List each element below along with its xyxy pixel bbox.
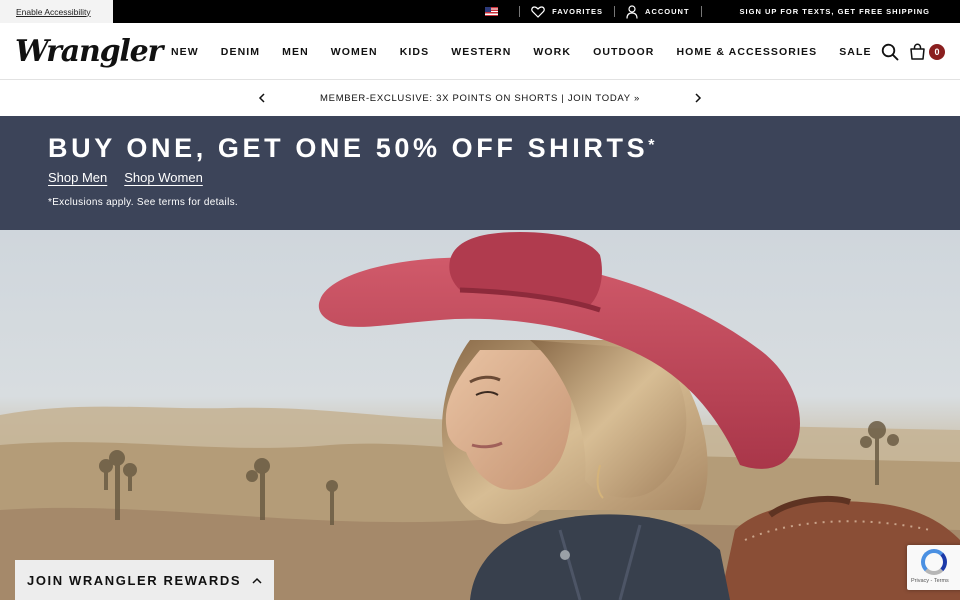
nav-item-western[interactable]: WESTERN (440, 46, 522, 58)
user-icon (626, 4, 638, 19)
chevron-right-icon (695, 93, 702, 103)
divider (614, 6, 616, 17)
utility-links: FAVORITES ACCOUNT SIGN UP FOR TEXTS, GET… (485, 0, 930, 23)
account-link[interactable]: ACCOUNT (626, 4, 690, 19)
cart-count-badge: 0 (929, 43, 945, 60)
main-nav: NEW DENIM MEN WOMEN KIDS WESTERN WORK OU… (160, 23, 883, 80)
hero-image (0, 230, 960, 600)
nav-item-denim[interactable]: DENIM (210, 46, 271, 58)
shop-men-link[interactable]: Shop Men (48, 170, 107, 185)
nav-item-outdoor[interactable]: OUTDOOR (582, 46, 665, 58)
recaptcha-icon (921, 549, 947, 575)
recaptcha-links[interactable]: Privacy - Terms (911, 578, 949, 584)
nav-item-work[interactable]: WORK (522, 46, 582, 58)
banner-links: Shop Men Shop Women (48, 170, 203, 185)
nav-item-home-accessories[interactable]: HOME & ACCESSORIES (665, 46, 828, 58)
utility-bar: Enable Accessibility FAVORITES ACCOUNT S… (0, 0, 960, 23)
nav-item-new[interactable]: NEW (160, 46, 210, 58)
promo-strip: MEMBER-EXCLUSIVE: 3X POINTS ON SHORTS | … (0, 80, 960, 116)
favorites-label: FAVORITES (552, 7, 604, 16)
shop-women-link[interactable]: Shop Women (124, 170, 203, 185)
banner-title-text: BUY ONE, GET ONE 50% OFF SHIRTS (48, 133, 649, 163)
exclusions-note: *Exclusions apply. See terms for details… (48, 197, 238, 208)
search-icon[interactable] (881, 43, 899, 61)
enable-accessibility-link[interactable]: Enable Accessibility (0, 0, 113, 23)
nav-item-sale[interactable]: SALE (828, 46, 882, 58)
promo-message-link[interactable]: MEMBER-EXCLUSIVE: 3X POINTS ON SHORTS | … (320, 93, 640, 104)
promo-prev-button[interactable] (255, 91, 269, 105)
rewards-label: JOIN WRANGLER REWARDS (27, 572, 242, 588)
divider (519, 6, 521, 17)
sms-signup-link[interactable]: SIGN UP FOR TEXTS, GET FREE SHIPPING (740, 7, 930, 16)
header-actions: 0 (881, 23, 945, 80)
site-header: Wrangler NEW DENIM MEN WOMEN KIDS WESTER… (0, 23, 960, 80)
banner-title-asterisk: * (648, 137, 659, 154)
wrangler-logo[interactable]: Wrangler (15, 35, 163, 69)
chevron-left-icon (258, 93, 265, 103)
cowgirl-hero-illustration (0, 232, 960, 600)
divider (700, 6, 702, 17)
shopping-bag-icon (910, 43, 925, 60)
banner-title: BUY ONE, GET ONE 50% OFF SHIRTS* (48, 130, 658, 166)
nav-item-women[interactable]: WOMEN (320, 46, 389, 58)
cart-button[interactable]: 0 (909, 43, 945, 60)
promo-banner: BUY ONE, GET ONE 50% OFF SHIRTS* Shop Me… (0, 116, 960, 230)
nav-item-kids[interactable]: KIDS (389, 46, 441, 58)
heart-icon (531, 5, 545, 18)
us-flag-icon[interactable] (485, 7, 499, 16)
favorites-link[interactable]: FAVORITES (531, 5, 604, 18)
chevron-up-icon (252, 577, 262, 584)
promo-next-button[interactable] (691, 91, 705, 105)
join-rewards-button[interactable]: JOIN WRANGLER REWARDS (15, 560, 274, 600)
recaptcha-badge[interactable]: Privacy - Terms (907, 545, 960, 590)
account-label: ACCOUNT (645, 7, 690, 16)
nav-item-men[interactable]: MEN (271, 46, 320, 58)
